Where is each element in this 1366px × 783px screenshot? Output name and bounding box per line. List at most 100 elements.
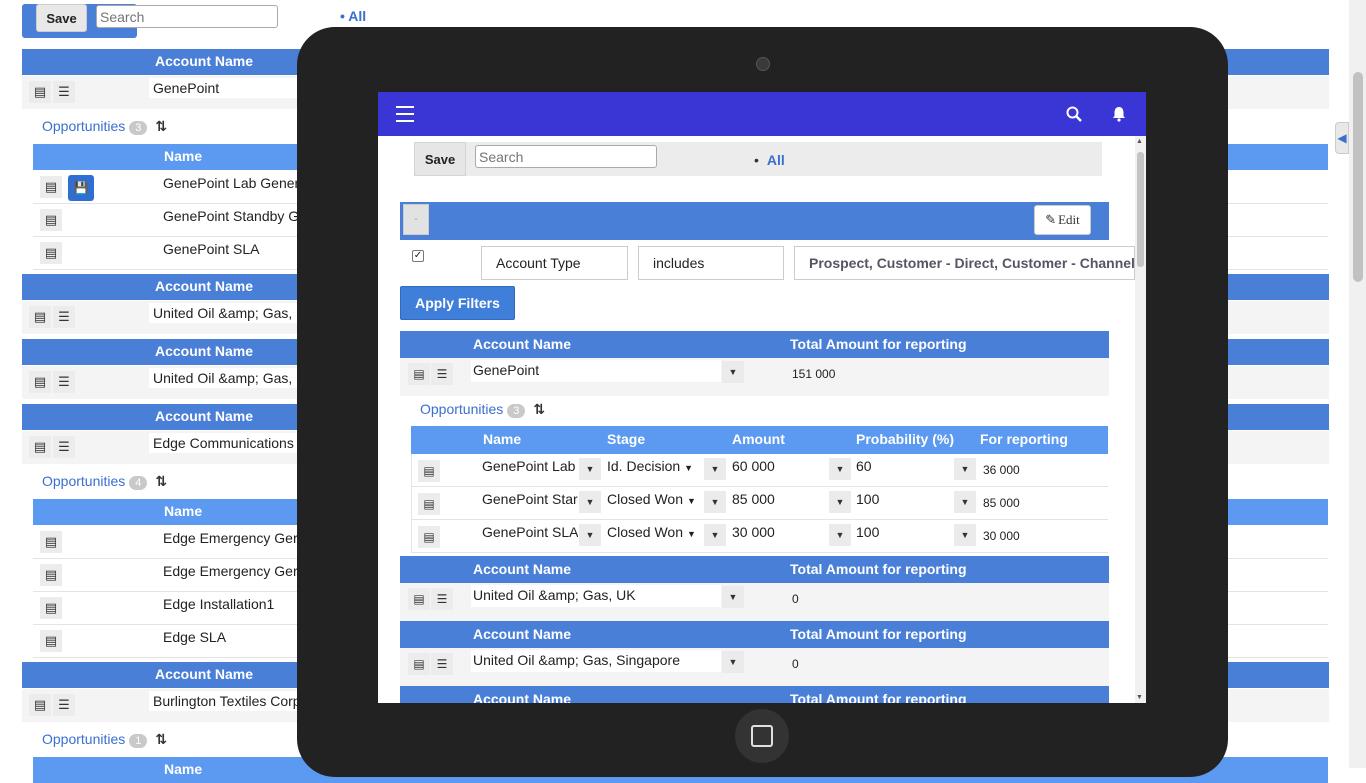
record-icon[interactable]: ▤ <box>40 242 62 264</box>
dropdown-icon[interactable]: ▼ <box>579 524 601 546</box>
record-icon[interactable]: ▤ <box>29 306 51 328</box>
record-icon[interactable]: ▤ <box>29 694 51 716</box>
bell-icon[interactable] <box>1111 106 1127 122</box>
bg-opportunities-label[interactable]: Opportunities <box>42 731 125 747</box>
account-name-field[interactable]: United Oil &amp; Gas, Singapore <box>471 650 721 672</box>
sort-icon[interactable]: ⇅ <box>533 401 545 418</box>
search-icon[interactable] <box>1066 106 1082 122</box>
page-scrollbar-thumb[interactable] <box>1353 72 1363 282</box>
account-name-field[interactable]: GenePoint <box>471 360 721 382</box>
list-icon[interactable]: ☰ <box>53 436 75 458</box>
dropdown-icon[interactable]: ▼ <box>954 491 976 513</box>
dropdown-icon[interactable]: ▼ <box>722 586 744 608</box>
record-icon[interactable]: ▤ <box>40 630 62 652</box>
filter-values-select[interactable]: Prospect, Customer - Direct, Customer - … <box>794 246 1135 280</box>
opp-probability-field[interactable]: 60 <box>855 457 952 479</box>
filter-operator-select[interactable]: includes <box>638 246 784 280</box>
bg-filter-all-label[interactable]: All <box>348 8 366 24</box>
dropdown-icon[interactable]: ▼ <box>722 361 744 383</box>
bg-opp-name[interactable]: GenePoint SLA <box>159 239 299 259</box>
list-icon[interactable]: ☰ <box>431 363 453 385</box>
bg-opp-name[interactable]: Edge Emergency Ger <box>159 528 299 548</box>
record-icon[interactable]: ▤ <box>408 363 430 385</box>
content-scrollbar[interactable]: ▲ ▼ <box>1135 136 1146 703</box>
list-icon[interactable]: ☰ <box>53 371 75 393</box>
side-panel-tab[interactable]: ◀ <box>1335 122 1349 154</box>
scroll-up-icon[interactable]: ▲ <box>1136 138 1143 145</box>
bg-save-button[interactable]: Save <box>36 4 87 32</box>
search-input[interactable] <box>475 145 657 168</box>
list-icon[interactable]: ☰ <box>53 694 75 716</box>
opp-stage-select[interactable]: Closed Won ▼ <box>606 490 703 512</box>
bg-opportunities-line[interactable]: Opportunities 3 ⇅ <box>42 118 167 135</box>
record-icon[interactable]: ▤ <box>29 81 51 103</box>
dropdown-icon[interactable]: ▼ <box>579 458 601 480</box>
opp-amount-field[interactable]: 85 000 <box>731 490 828 512</box>
record-icon[interactable]: ▤ <box>40 209 62 231</box>
record-icon[interactable]: ▤ <box>418 526 440 548</box>
home-button[interactable] <box>735 709 789 763</box>
account-name-field[interactable]: United Oil &amp; Gas, UK <box>471 585 721 607</box>
opp-name-field[interactable]: GenePoint SLA <box>481 523 578 545</box>
list-icon[interactable]: ☰ <box>53 306 75 328</box>
dropdown-icon[interactable]: ▼ <box>829 524 851 546</box>
bg-opp-name[interactable]: GenePoint Lab Gener <box>159 173 299 193</box>
opp-name-field[interactable]: GenePoint Star <box>481 490 578 512</box>
opp-amount-field[interactable]: 60 000 <box>731 457 828 479</box>
record-icon[interactable]: ▤ <box>408 653 430 675</box>
opportunities-label[interactable]: Opportunities <box>420 401 503 417</box>
bg-opp-name[interactable]: Edge Emergency Ger <box>159 561 299 581</box>
record-icon[interactable]: ▤ <box>29 436 51 458</box>
opp-amount-field[interactable]: 30 000 <box>731 523 828 545</box>
bg-search-input[interactable] <box>96 5 278 28</box>
bg-opportunities-line[interactable]: Opportunities 1 ⇅ <box>42 731 167 748</box>
record-icon[interactable]: ▤ <box>40 531 62 553</box>
sort-icon[interactable]: ⇅ <box>155 118 167 135</box>
opportunities-line[interactable]: Opportunities 3 ⇅ <box>420 401 545 418</box>
bg-account-name[interactable]: United Oil &amp; Gas, <box>149 303 299 323</box>
list-icon[interactable]: ☰ <box>431 588 453 610</box>
apply-filters-button[interactable]: Apply Filters <box>400 286 515 320</box>
page-scrollbar[interactable] <box>1349 0 1366 768</box>
sort-icon[interactable]: ⇅ <box>155 473 167 490</box>
record-icon[interactable]: ▤ <box>408 588 430 610</box>
save-icon[interactable]: 💾 <box>68 175 94 201</box>
filter-enabled-checkbox[interactable]: ✓ <box>412 250 424 262</box>
opp-stage-select[interactable]: Id. Decision ▼ <box>606 457 703 479</box>
bg-opportunities-label[interactable]: Opportunities <box>42 118 125 134</box>
bg-opp-name[interactable]: Edge Installation1 <box>159 594 299 614</box>
collapse-filter-button[interactable]: - <box>403 204 429 235</box>
bg-opp-name[interactable]: Edge SLA <box>159 627 299 647</box>
bg-account-name[interactable]: GenePoint <box>149 78 299 98</box>
record-icon[interactable]: ▤ <box>418 493 440 515</box>
record-icon[interactable]: ▤ <box>40 564 62 586</box>
bg-opportunities-label[interactable]: Opportunities <box>42 473 125 489</box>
dropdown-icon[interactable]: ▼ <box>704 458 726 480</box>
menu-icon[interactable] <box>396 106 414 122</box>
edit-filter-button[interactable]: ✎ Edit <box>1034 205 1091 235</box>
dropdown-icon[interactable]: ▼ <box>829 491 851 513</box>
dropdown-icon[interactable]: ▼ <box>954 458 976 480</box>
opp-stage-select[interactable]: Closed Won ▼ <box>606 523 703 545</box>
sort-icon[interactable]: ⇅ <box>155 731 167 748</box>
record-icon[interactable]: ▤ <box>40 176 62 198</box>
dropdown-icon[interactable]: ▼ <box>954 524 976 546</box>
bg-account-name[interactable]: Burlington Textiles Corp <box>149 691 301 711</box>
bg-account-name[interactable]: Edge Communications <box>149 433 299 453</box>
record-icon[interactable]: ▤ <box>29 371 51 393</box>
record-icon[interactable]: ▤ <box>40 597 62 619</box>
opp-name-field[interactable]: GenePoint Lab <box>481 457 578 479</box>
list-icon[interactable]: ☰ <box>53 81 75 103</box>
content-scrollbar-thumb[interactable] <box>1137 152 1144 267</box>
record-icon[interactable]: ▤ <box>418 460 440 482</box>
scroll-down-icon[interactable]: ▼ <box>1136 694 1143 701</box>
dropdown-icon[interactable]: ▼ <box>704 491 726 513</box>
save-button[interactable]: Save <box>414 142 466 176</box>
bg-filter-all-link[interactable]: • All <box>340 8 366 24</box>
opp-probability-field[interactable]: 100 <box>855 523 952 545</box>
bg-opportunities-line[interactable]: Opportunities 4 ⇅ <box>42 473 167 490</box>
dropdown-icon[interactable]: ▼ <box>829 458 851 480</box>
filter-field-select[interactable]: Account Type <box>481 246 628 280</box>
bg-opp-name[interactable]: GenePoint Standby G <box>159 206 299 226</box>
filter-all-link[interactable]: All <box>754 152 785 168</box>
